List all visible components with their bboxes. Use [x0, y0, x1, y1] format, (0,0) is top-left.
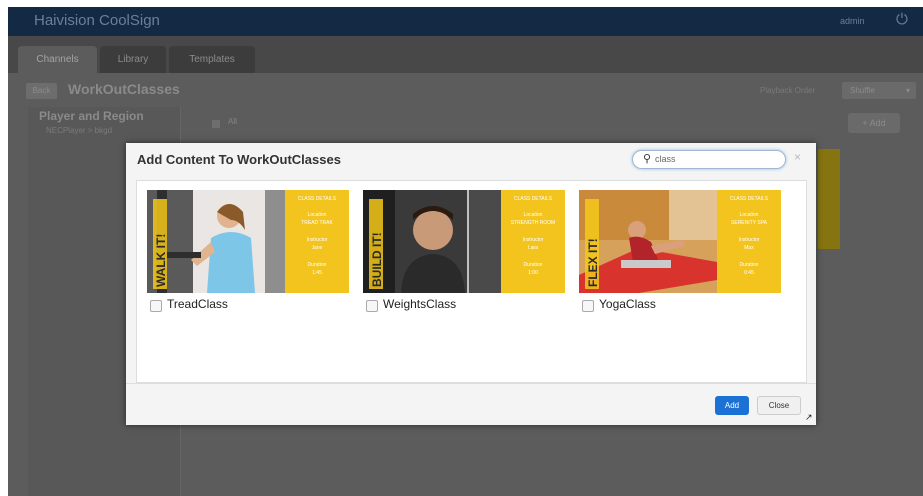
user-menu[interactable]: admin — [840, 16, 865, 26]
content-thumbnail[interactable]: WALK IT! CLASS DETAILS Location TREAD TR… — [147, 190, 349, 293]
caret-down-icon: ▾ — [905, 86, 910, 95]
class-details-panel: CLASS DETAILS Location TREAD TRAK Instru… — [285, 190, 349, 293]
page-title: WorkOutClasses — [68, 81, 180, 97]
banner-label: BUILD IT! — [369, 199, 384, 289]
select-all-label: All — [228, 117, 237, 126]
content-item-label: YogaClass — [579, 297, 781, 313]
dialog-footer: Add Close — [126, 383, 816, 426]
power-icon[interactable]: ⏻ — [896, 11, 908, 28]
tab-bar: Channels Library Templates — [8, 36, 923, 73]
content-thumbnail[interactable]: BUILD IT! CLASS DETAILS Location STRENGT… — [363, 190, 565, 293]
dialog-title: Add Content To WorkOutClasses — [137, 152, 341, 167]
content-grid: WALK IT! CLASS DETAILS Location TREAD TR… — [136, 180, 807, 383]
add-button[interactable]: Add — [715, 396, 749, 415]
channel-header: Back WorkOutClasses Playback Order Shuff… — [8, 73, 923, 107]
close-icon[interactable]: × — [794, 150, 801, 164]
top-bar: Haivision CoolSign admin ⏻ — [8, 7, 923, 36]
content-name: WeightsClass — [383, 297, 457, 311]
search-icon: ⚲ — [643, 153, 652, 165]
content-checkbox[interactable] — [582, 300, 594, 312]
tab-library[interactable]: Library — [100, 46, 166, 73]
content-thumbnail-background — [818, 149, 840, 249]
select-all-checkbox[interactable] — [212, 120, 220, 128]
playback-order-select[interactable]: Shuffle ▾ — [842, 82, 916, 99]
content-item[interactable]: WALK IT! CLASS DETAILS Location TREAD TR… — [147, 190, 349, 313]
banner-label: WALK IT! — [153, 199, 168, 289]
content-item-label: WeightsClass — [363, 297, 565, 313]
content-name: TreadClass — [167, 297, 228, 311]
content-item-label: TreadClass — [147, 297, 349, 313]
content-checkbox[interactable] — [150, 300, 162, 312]
search-box[interactable]: ⚲ — [632, 150, 786, 169]
player-region-path[interactable]: NECPlayer > bkgd — [46, 126, 112, 135]
content-checkbox[interactable] — [366, 300, 378, 312]
content-item[interactable]: BUILD IT! CLASS DETAILS Location STRENGT… — [363, 190, 565, 313]
tab-channels[interactable]: Channels — [18, 46, 97, 73]
brand-logo: Haivision CoolSign — [34, 12, 160, 29]
playback-order-value: Shuffle — [850, 86, 875, 95]
player-region-title: Player and Region — [39, 109, 144, 123]
search-input[interactable] — [655, 152, 775, 166]
class-details-panel: CLASS DETAILS Location SERENITY SPA Inst… — [717, 190, 781, 293]
add-content-button[interactable]: + Add — [848, 113, 900, 133]
close-button[interactable]: Close — [757, 396, 801, 415]
class-details-panel: CLASS DETAILS Location STRENGTH ROOM Ins… — [501, 190, 565, 293]
banner-label: FLEX IT! — [585, 199, 600, 289]
content-item[interactable]: FLEX IT! CLASS DETAILS Location SERENITY… — [579, 190, 781, 313]
back-button[interactable]: Back — [26, 83, 57, 99]
playback-order-label: Playback Order — [760, 86, 816, 95]
content-thumbnail[interactable]: FLEX IT! CLASS DETAILS Location SERENITY… — [579, 190, 781, 293]
content-name: YogaClass — [599, 297, 656, 311]
resize-handle-icon[interactable]: ↗ — [805, 412, 813, 423]
tab-templates[interactable]: Templates — [169, 46, 255, 73]
add-content-dialog: Add Content To WorkOutClasses ⚲ × — [126, 143, 816, 425]
